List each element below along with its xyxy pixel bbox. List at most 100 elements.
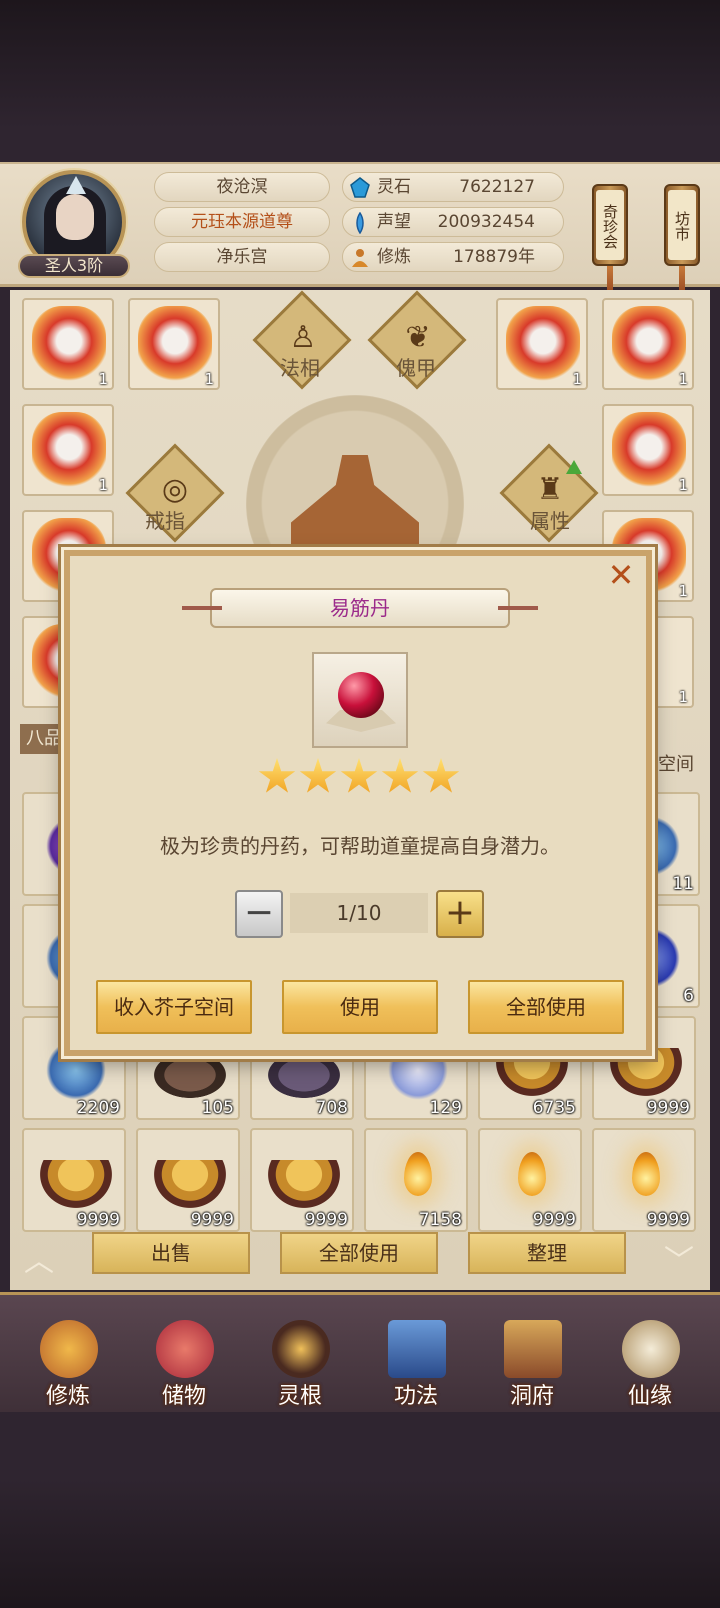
quantity-display: 1/10 [290, 893, 428, 933]
market-label: 坊市 [668, 190, 696, 260]
upgrade-arrow-icon [566, 460, 582, 474]
item-name-title: 易筋丹 [182, 588, 538, 628]
equipment-slot[interactable]: 1 [602, 404, 694, 496]
item-art [138, 306, 212, 384]
star-icon [340, 758, 378, 793]
nav-label: 洞府 [509, 1384, 554, 1409]
ring-label: 戒指 [145, 509, 185, 533]
store-to-space-button[interactable]: 收入芥子空间 [96, 980, 252, 1034]
red-pill-icon [338, 672, 384, 718]
inventory-slot[interactable]: 9999 [592, 1128, 696, 1232]
item-count: 9999 [646, 1098, 690, 1118]
close-icon[interactable]: ✕ [606, 559, 636, 591]
item-art [612, 412, 686, 490]
item-art [40, 1160, 112, 1208]
cultivation-icon [352, 249, 368, 267]
item-count: 11 [672, 874, 694, 894]
item-count: 708 [315, 1098, 348, 1118]
player-rank-badge: 圣人3阶 [18, 254, 130, 278]
item-count: 6 [683, 986, 694, 1006]
item-art [518, 1152, 546, 1196]
star-icon [258, 758, 296, 793]
sell-button[interactable]: 出售 [92, 1232, 250, 1274]
nav-label: 灵根 [277, 1384, 322, 1409]
equipment-slot[interactable]: 1 [22, 298, 114, 390]
inventory-slot[interactable]: 9999 [478, 1128, 582, 1232]
item-icon-frame [312, 652, 408, 748]
puppet-armor-label: 傀甲 [396, 356, 436, 380]
item-art [506, 306, 580, 384]
nav-label: 功法 [393, 1384, 438, 1409]
quantity-decrease-button[interactable]: − [235, 890, 283, 938]
stat-cultivation: 修炼 178879年 [342, 242, 564, 272]
item-count: 105 [201, 1098, 234, 1118]
quantity-increase-button[interactable]: + [436, 890, 484, 938]
nav-cultivate[interactable]: 修炼 [18, 1300, 118, 1410]
item-art [154, 1160, 226, 1208]
attribute-label: 属性 [530, 509, 570, 533]
item-art [632, 1152, 660, 1196]
item-count: 1 [678, 476, 688, 494]
nav-cave[interactable]: 洞府 [482, 1300, 582, 1410]
inventory-slot[interactable]: 9999 [22, 1128, 126, 1232]
dharma-label: 法相 [280, 356, 320, 380]
prestige-icon [356, 212, 364, 234]
equipment-slot[interactable]: 1 [128, 298, 220, 390]
star-icon [299, 758, 337, 793]
star-rating [258, 758, 462, 798]
item-count: 9999 [76, 1210, 120, 1230]
stat-spirit-stone: 灵石 7622127 [342, 172, 564, 202]
cave-residence-icon [504, 1320, 562, 1378]
item-count: 9999 [532, 1210, 576, 1230]
avatar-crown [66, 176, 86, 194]
use-button[interactable]: 使用 [282, 980, 438, 1034]
item-count: 1 [678, 688, 688, 706]
grade-tab[interactable]: 八品 [20, 724, 68, 754]
nav-spirit-root[interactable]: 灵根 [250, 1300, 350, 1410]
nav-storage[interactable]: 储物 [134, 1300, 234, 1410]
use-all-dialog-button[interactable]: 全部使用 [468, 980, 624, 1034]
item-count: 9999 [646, 1210, 690, 1230]
market-button[interactable]: 坊市 [664, 184, 700, 266]
treasure-fair-button[interactable]: 奇珍会 [592, 184, 628, 266]
item-count: 9999 [304, 1210, 348, 1230]
spirit-root-icon [272, 1320, 330, 1378]
equipment-slot[interactable]: 1 [22, 404, 114, 496]
hat-icon: ♜ [536, 472, 564, 507]
use-all-button[interactable]: 全部使用 [280, 1232, 438, 1274]
stat-label: 声望 [377, 212, 411, 232]
item-count: 129 [429, 1098, 462, 1118]
equipment-slot[interactable]: 1 [496, 298, 588, 390]
item-count: 6735 [532, 1098, 576, 1118]
item-count: 2209 [76, 1098, 120, 1118]
item-count: 1 [572, 370, 582, 388]
inventory-slot[interactable]: 7158 [364, 1128, 468, 1232]
item-description: 极为珍贵的丹药，可帮助道童提高自身潜力。 [160, 834, 560, 858]
item-art [612, 306, 686, 384]
sort-button[interactable]: 整理 [468, 1232, 626, 1274]
ring-icon: ◎ [161, 472, 189, 507]
item-count: 1 [98, 370, 108, 388]
inventory-slot[interactable]: 9999 [136, 1128, 240, 1232]
meditation-icon [40, 1320, 98, 1378]
scroll-down-icon[interactable]: ﹀ [664, 1236, 694, 1280]
treasure-fair-label: 奇珍会 [596, 190, 624, 260]
item-art [32, 412, 106, 490]
nav-technique[interactable]: 功法 [366, 1300, 466, 1410]
storage-bag-icon [156, 1320, 214, 1378]
item-count: 1 [204, 370, 214, 388]
avatar-face [56, 194, 94, 240]
stat-label: 修炼 [377, 247, 411, 267]
scroll-up-icon[interactable]: ︿ [24, 1236, 54, 1280]
item-art [404, 1152, 432, 1196]
equipment-slot[interactable]: 1 [602, 298, 694, 390]
nav-immortal-fate[interactable]: 仙缘 [600, 1300, 700, 1410]
item-art [154, 1052, 226, 1098]
inventory-slot[interactable]: 9999 [250, 1128, 354, 1232]
stat-value: 200932454 [437, 212, 535, 232]
player-name: 夜沧溟 [154, 172, 330, 202]
item-art [32, 306, 106, 384]
item-count: 1 [98, 476, 108, 494]
stat-value: 7622127 [459, 177, 535, 197]
item-art [268, 1052, 340, 1098]
